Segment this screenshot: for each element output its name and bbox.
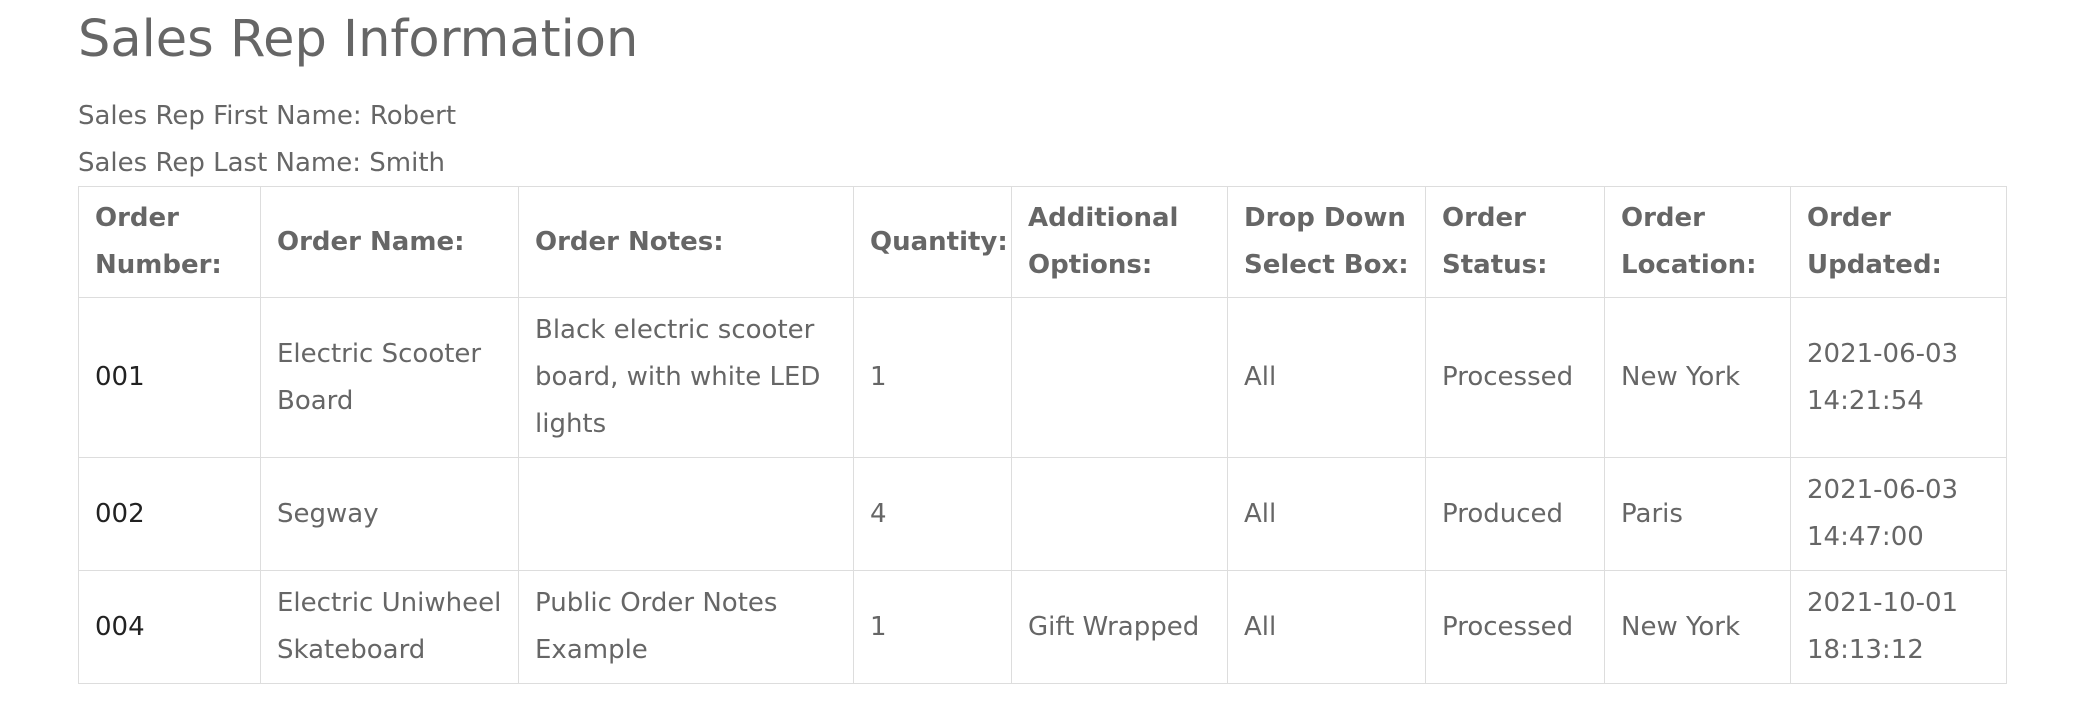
header-order-updated: Order Updated: [1790,186,2007,298]
table-row: 004 Electric Uniwheel Skateboard Public … [78,570,2007,684]
cell-drop-down: All [1227,570,1426,684]
cell-order-number: 001 [78,297,261,458]
page-title: Sales Rep Information [78,10,639,69]
header-drop-down-select-box: Drop Down Select Box: [1227,186,1426,298]
cell-drop-down: All [1227,297,1426,458]
header-order-status: Order Status: [1425,186,1605,298]
header-order-number: Order Number: [78,186,261,298]
cell-order-name: Electric Scooter Board [260,297,519,458]
cell-quantity: 1 [853,297,1012,458]
cell-order-name: Segway [260,457,519,571]
cell-order-location: Paris [1604,457,1791,571]
cell-order-status: Processed [1425,570,1605,684]
cell-order-status: Processed [1425,297,1605,458]
cell-quantity: 4 [853,457,1012,571]
table-header-row: Order Number: Order Name: Order Notes: Q… [78,186,2007,298]
header-order-notes: Order Notes: [518,186,854,298]
cell-order-updated: 2021-10-01 18:13:12 [1790,570,2007,684]
sales-rep-first-name: Sales Rep First Name: Robert [78,101,457,131]
sales-rep-last-name: Sales Rep Last Name: Smith [78,148,446,178]
table-row: 001 Electric Scooter Board Black electri… [78,297,2007,458]
cell-order-updated: 2021-06-03 14:21:54 [1790,297,2007,458]
cell-order-number: 002 [78,457,261,571]
cell-order-location: New York [1604,297,1791,458]
header-order-location: Order Location: [1604,186,1791,298]
cell-order-notes: Black electric scooter board, with white… [518,297,854,458]
header-order-name: Order Name: [260,186,519,298]
header-quantity: Quantity: [853,186,1012,298]
cell-additional-options [1011,297,1228,458]
orders-table: Order Number: Order Name: Order Notes: Q… [78,186,2007,684]
cell-quantity: 1 [853,570,1012,684]
cell-order-updated: 2021-06-03 14:47:00 [1790,457,2007,571]
cell-order-notes [518,457,854,571]
cell-order-status: Produced [1425,457,1605,571]
cell-order-location: New York [1604,570,1791,684]
table-row: 002 Segway 4 All Produced Paris 2021-06-… [78,457,2007,571]
cell-order-number: 004 [78,570,261,684]
header-additional-options: Additional Options: [1011,186,1228,298]
cell-order-notes: Public Order Notes Example [518,570,854,684]
cell-additional-options [1011,457,1228,571]
cell-drop-down: All [1227,457,1426,571]
cell-additional-options: Gift Wrapped [1011,570,1228,684]
cell-order-name: Electric Uniwheel Skateboard [260,570,519,684]
